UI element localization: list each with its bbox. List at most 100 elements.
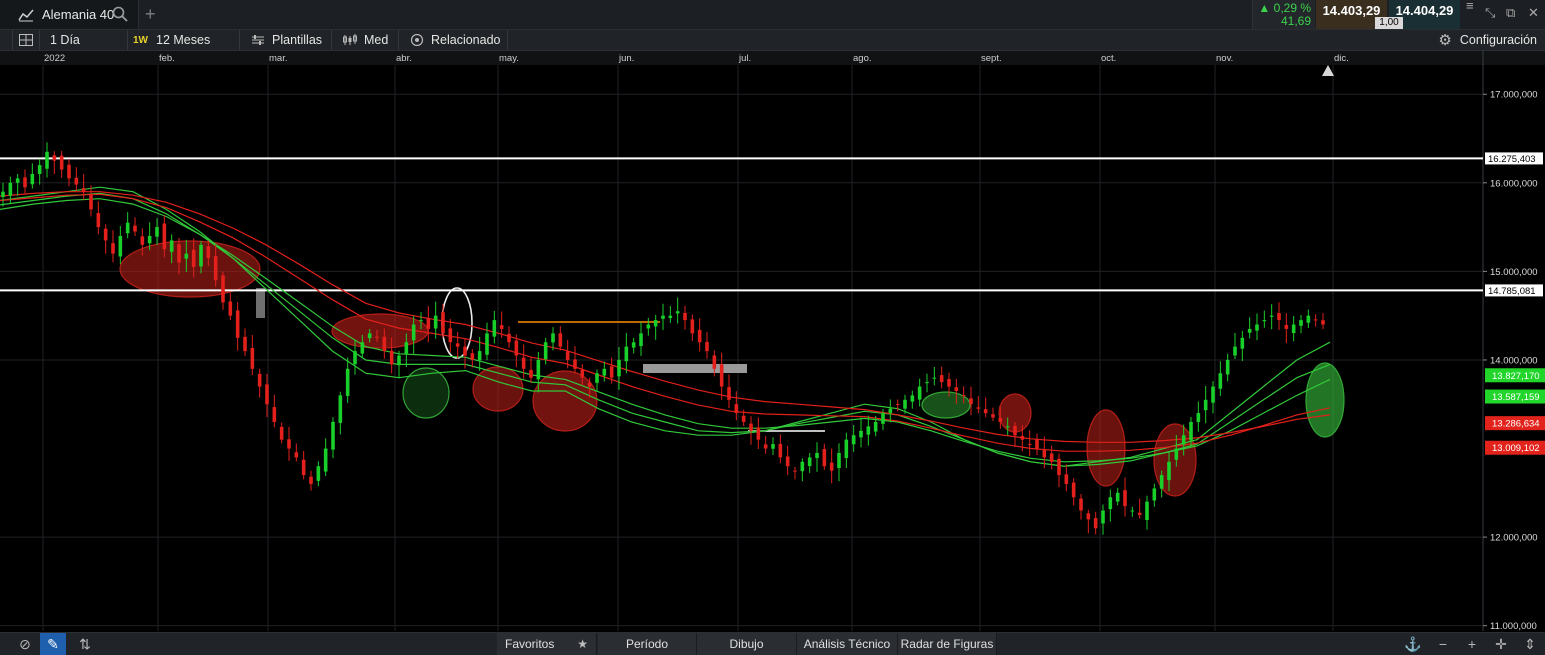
level-tag-label: 14.785,081 <box>1488 286 1536 297</box>
candle-body <box>250 347 255 369</box>
x-tick-label: abr. <box>396 53 412 64</box>
candle-body <box>228 301 233 316</box>
candle-body <box>499 325 504 329</box>
zoom-out-icon[interactable]: − <box>1430 633 1456 655</box>
candle-body <box>529 369 533 378</box>
top-bar: Alemania 40 + ▲ 0,29 % 41,69 14.403,29 1… <box>0 0 1545 30</box>
drawn-ellipse <box>1305 362 1345 438</box>
star-icon[interactable]: ★ <box>577 637 588 651</box>
drawing-tab[interactable]: Dibujo <box>697 633 797 655</box>
add-tab-icon[interactable]: + <box>145 4 156 25</box>
candle-body <box>411 324 416 341</box>
candle-body <box>587 382 592 387</box>
clear-icon[interactable]: ⊘ <box>12 633 38 655</box>
candle-body <box>998 418 1003 422</box>
change-box: ▲ 0,29 % 41,69 <box>1252 0 1315 29</box>
candle-body <box>683 313 687 321</box>
candle-body <box>389 350 394 365</box>
updown-arrows-icon[interactable]: ⇅ <box>72 633 98 655</box>
candle-body <box>1079 498 1083 511</box>
close-icon[interactable]: ✕ <box>1528 5 1539 21</box>
templates-button[interactable]: Plantillas <box>241 30 332 50</box>
candle-body <box>646 324 651 329</box>
pattern-radar-tab[interactable]: Radar de Figuras <box>898 633 997 655</box>
candle-body <box>382 336 387 352</box>
candle-body <box>206 246 211 259</box>
anchor-icon[interactable]: ⚓ <box>1400 633 1426 655</box>
candle-body <box>983 409 988 414</box>
x-tick-label: may. <box>499 53 519 64</box>
candle-body <box>81 188 86 192</box>
reset-view-icon[interactable]: ⇕ <box>1517 633 1543 655</box>
candle-body <box>74 177 79 185</box>
technical-analysis-tab[interactable]: Análisis Técnico <box>797 633 898 655</box>
candle-body <box>1203 399 1208 411</box>
grey-zone <box>643 364 747 373</box>
change-points: 41,69 <box>1280 14 1311 28</box>
interval-select[interactable]: 1 Día <box>40 30 128 50</box>
candle-body <box>360 342 365 354</box>
candle-body <box>514 340 519 356</box>
candle-body <box>294 452 299 458</box>
zoom-in-icon[interactable]: + <box>1459 633 1485 655</box>
candle-body <box>235 310 240 338</box>
candle-body <box>778 443 783 458</box>
layout-button[interactable] <box>13 30 40 50</box>
x-tick-label: ago. <box>853 53 872 64</box>
x-tick-label: dic. <box>1334 53 1349 64</box>
settings-button[interactable]: ⚙ Configuración <box>1438 30 1537 50</box>
candle-body <box>45 151 49 169</box>
candle-body <box>961 395 966 397</box>
instrument-tab[interactable]: Alemania 40 <box>0 0 139 29</box>
candle-body <box>1299 320 1303 326</box>
price-chart[interactable]: 2022 feb. mar. abr. may. jun. jul. ago. sept. oct… <box>0 51 1545 631</box>
indicators-button[interactable]: Med <box>333 30 399 50</box>
range-select[interactable]: 1W 12 Meses <box>129 30 240 50</box>
candle-body <box>96 213 101 228</box>
drawn-ellipse <box>1086 409 1126 487</box>
related-label: Relacionado <box>431 33 501 47</box>
candle-body <box>800 461 805 472</box>
sell-price: 14.403,29 <box>1322 3 1381 18</box>
candle-body <box>712 355 717 369</box>
x-tick-label: oct. <box>1101 53 1116 64</box>
gear-icon: ⚙ <box>1438 32 1452 49</box>
candle-body <box>1225 359 1230 375</box>
pencil-icon[interactable]: ✎ <box>40 633 66 655</box>
related-button[interactable]: Relacionado <box>400 30 508 50</box>
candle-body <box>903 399 907 409</box>
search-icon[interactable] <box>112 6 128 22</box>
popout-icon[interactable]: ⧉ <box>1506 5 1515 21</box>
minimize-icon[interactable]: ⤡ <box>1485 5 1495 21</box>
price-tag-label: 13.009,102 <box>1492 443 1540 454</box>
candle-body <box>426 317 431 329</box>
candle-body <box>1020 436 1025 440</box>
candle-body <box>1057 458 1061 476</box>
panel-toggle[interactable] <box>0 30 13 50</box>
candle-body <box>1284 324 1289 329</box>
y-tick-label: 16.000,000 <box>1490 178 1538 189</box>
candle-body <box>617 359 621 377</box>
candle-body <box>1306 315 1311 323</box>
favorites-tab[interactable]: Favoritos ★ <box>497 633 597 655</box>
panel-edge[interactable] <box>0 633 8 655</box>
candle-body <box>1049 453 1054 462</box>
level-tag-label: 16.275,403 <box>1488 154 1536 165</box>
candle-body <box>492 320 497 337</box>
candle-body <box>118 235 123 257</box>
candle-body <box>734 404 739 414</box>
line-chart-icon <box>18 9 34 21</box>
candle-body <box>199 244 203 267</box>
crosshair-icon[interactable]: ✛ <box>1488 633 1514 655</box>
period-tab[interactable]: Período <box>598 633 697 655</box>
candle-body <box>404 342 409 354</box>
candle-body <box>917 386 922 400</box>
range-label: 12 Meses <box>156 33 211 47</box>
menu-icon[interactable]: ≡ <box>1466 0 1474 13</box>
candle-body <box>463 346 467 356</box>
candle-body <box>1255 324 1259 331</box>
instrument-name: Alemania 40 <box>42 7 115 22</box>
grey-marker <box>256 288 265 318</box>
candle-body <box>309 476 313 484</box>
candle-body <box>1269 315 1274 317</box>
